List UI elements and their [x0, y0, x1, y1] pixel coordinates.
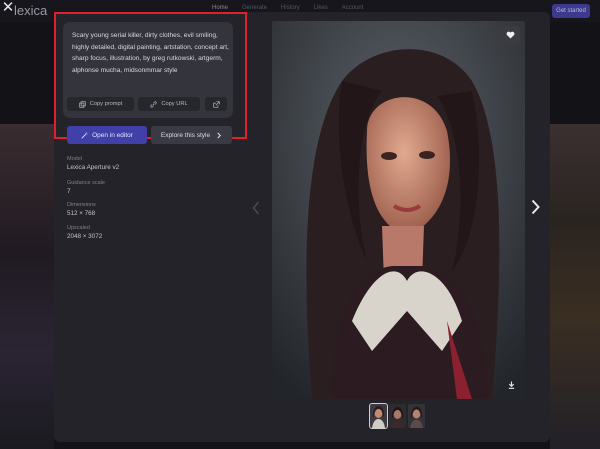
- nav-generate[interactable]: Generate: [242, 5, 267, 11]
- upscaled-value: 2048 × 3072: [67, 233, 103, 240]
- explore-style-button[interactable]: Explore this style: [151, 126, 232, 144]
- magic-wand-icon: [81, 131, 88, 139]
- variant-thumbnails: [369, 403, 425, 429]
- open-in-editor-button[interactable]: Open in editor: [67, 126, 147, 144]
- heart-icon[interactable]: [500, 26, 520, 44]
- portrait-illustration: [272, 21, 525, 399]
- open-in-editor-label: Open in editor: [92, 131, 133, 139]
- main-nav: Home Generate History Likes Account: [212, 5, 363, 11]
- model-label: Model: [67, 156, 82, 162]
- background-gallery-right: [550, 124, 600, 449]
- prompt-highlight-box: [54, 12, 247, 139]
- thumbnail-3[interactable]: [408, 404, 425, 428]
- meta-model: Model Lexica Aperture v2: [67, 156, 119, 172]
- thumbnail-2[interactable]: [389, 404, 406, 428]
- background-gallery-left: [0, 124, 54, 449]
- thumbnail-1[interactable]: [369, 403, 388, 429]
- upscaled-label: Upscaled: [67, 225, 90, 231]
- brand-logo[interactable]: lexica: [14, 3, 47, 18]
- nav-home[interactable]: Home: [212, 5, 228, 11]
- meta-upscaled: Upscaled 2048 × 3072: [67, 225, 102, 241]
- chevron-right-icon: [217, 132, 222, 138]
- nav-history[interactable]: History: [281, 5, 300, 11]
- close-icon[interactable]: ✕: [0, 0, 16, 16]
- nav-likes[interactable]: Likes: [314, 5, 328, 11]
- dimensions-label: Dimensions: [67, 202, 96, 208]
- nav-account[interactable]: Account: [342, 5, 364, 11]
- download-icon[interactable]: [503, 378, 519, 392]
- guidance-label: Guidance scale: [67, 180, 105, 186]
- get-started-button[interactable]: Get started: [552, 4, 590, 18]
- generated-image[interactable]: [272, 21, 525, 399]
- dimensions-value: 512 × 768: [67, 210, 96, 217]
- model-value: Lexica Aperture v2: [67, 164, 120, 171]
- explore-style-label: Explore this style: [160, 131, 211, 139]
- meta-dimensions: Dimensions 512 × 768: [67, 202, 96, 218]
- chevron-left-icon[interactable]: [252, 201, 260, 220]
- guidance-value: 7: [67, 188, 71, 195]
- meta-guidance: Guidance scale 7: [67, 180, 105, 196]
- next-image-chevron-icon[interactable]: [531, 199, 540, 220]
